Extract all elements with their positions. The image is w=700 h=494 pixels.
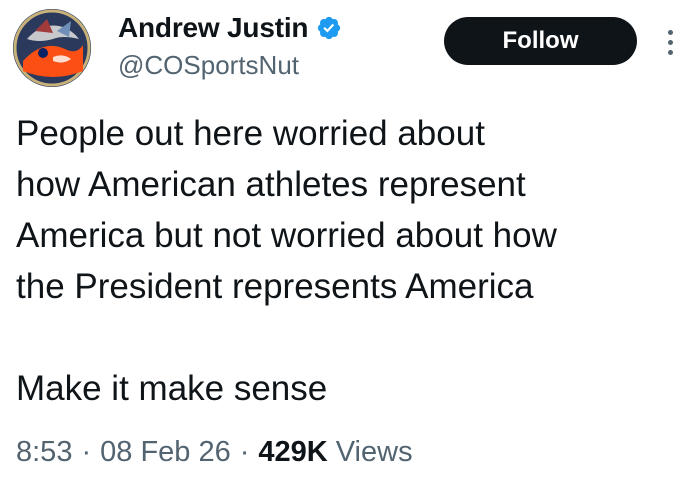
tweet-meta: 8:53 · 08 Feb 26 · 429K Views xyxy=(16,436,413,469)
meta-separator: · xyxy=(81,436,92,468)
views-count[interactable]: 429K xyxy=(258,436,327,469)
meta-separator: · xyxy=(239,436,250,468)
more-vertical-icon[interactable] xyxy=(661,20,679,64)
more-dot xyxy=(667,39,673,45)
tweet-time[interactable]: 8:53 xyxy=(16,436,72,469)
avatar-image xyxy=(13,9,91,87)
author-display-name[interactable]: Andrew Justin xyxy=(118,12,309,44)
tweet-date[interactable]: 08 Feb 26 xyxy=(100,436,231,469)
avatar[interactable] xyxy=(13,9,91,87)
views-label: Views xyxy=(335,436,413,468)
tweet-text: People out here worried about how Americ… xyxy=(16,114,557,408)
more-dot xyxy=(667,49,673,55)
author-handle[interactable]: @COSportsNut xyxy=(118,50,299,81)
verified-badge-icon xyxy=(316,15,342,41)
more-dot xyxy=(667,29,673,35)
tweet-card: Andrew Justin @COSportsNut Follow People… xyxy=(0,0,700,494)
follow-button[interactable]: Follow xyxy=(444,17,637,65)
author-name-row: Andrew Justin xyxy=(118,8,342,48)
